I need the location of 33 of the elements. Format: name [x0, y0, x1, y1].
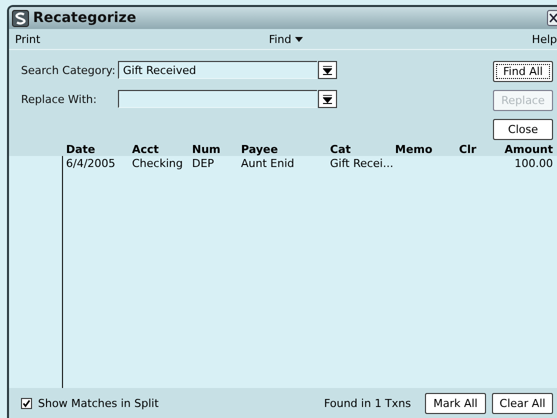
table-cell-text: Checking: [131, 156, 184, 172]
table-cell-text: 100.00: [514, 156, 554, 172]
table-cell-text: DEP: [191, 156, 216, 172]
window-title: Recategorize: [33, 10, 136, 26]
category-dropdown[interactable]: [118, 90, 337, 108]
table-cell-text: Gift Recei...: [329, 156, 392, 172]
column-header: Amount: [504, 143, 554, 156]
action-button[interactable]: Clear All: [492, 392, 553, 414]
close-icon[interactable]: [547, 10, 557, 26]
table-cell-text: Aunt Enid: [240, 156, 296, 172]
dropdown-arrow-icon: [323, 66, 332, 74]
action-button[interactable]: Mark All: [425, 392, 486, 414]
column-header: Num: [191, 143, 222, 156]
caret-icon: [295, 36, 304, 42]
app-logo-icon: [12, 10, 29, 26]
menu-item[interactable]: Help: [532, 32, 557, 46]
field-label: Replace With:: [21, 92, 98, 106]
column-header: Payee: [240, 143, 279, 156]
checkbox-label: Show Matches in Split: [38, 396, 159, 410]
column-header: Memo: [394, 143, 434, 156]
field-label: Search Category:: [21, 64, 116, 76]
column-header: Clr: [458, 143, 478, 156]
action-button[interactable]: Close: [493, 119, 553, 140]
menu-item[interactable]: Find: [268, 32, 292, 46]
checkbox[interactable]: [21, 398, 32, 408]
table-cell-text: 6/4/2005: [65, 156, 116, 172]
menu-item[interactable]: Print: [15, 32, 40, 46]
column-header: Date: [65, 143, 96, 156]
action-button[interactable]: Find All: [493, 61, 553, 82]
match-count: Found in 1 Txns: [324, 396, 411, 410]
column-header: Cat: [329, 143, 352, 156]
column-header: Acct: [131, 143, 160, 156]
dropdown-arrow-icon: [323, 94, 332, 104]
